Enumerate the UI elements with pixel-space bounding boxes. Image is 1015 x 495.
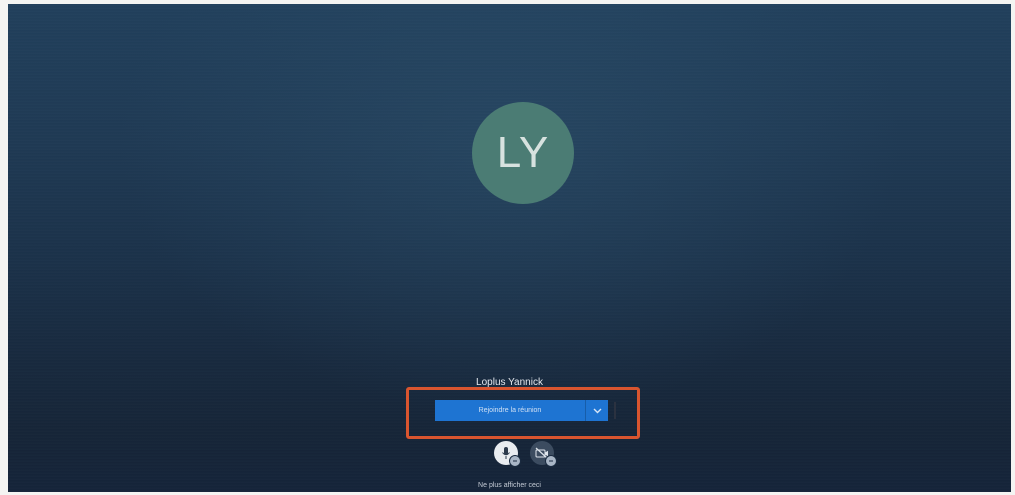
- avatar: LY: [472, 102, 574, 204]
- microphone-toggle[interactable]: [494, 441, 521, 467]
- dont-show-again-link[interactable]: Ne plus afficher ceci: [8, 482, 1011, 489]
- mic-status-badge: [509, 455, 521, 467]
- scanned-page: LY Loplus Yannick Rejoindre la réunion N…: [0, 0, 1015, 495]
- off-indicator-icon: [513, 460, 517, 462]
- avatar-initials: LY: [496, 128, 550, 177]
- off-indicator-icon: [549, 460, 553, 462]
- highlight-annotation: [406, 387, 640, 439]
- camera-status-badge: [545, 455, 557, 467]
- camera-toggle[interactable]: [530, 441, 557, 467]
- join-screen: LY Loplus Yannick Rejoindre la réunion N…: [8, 4, 1011, 492]
